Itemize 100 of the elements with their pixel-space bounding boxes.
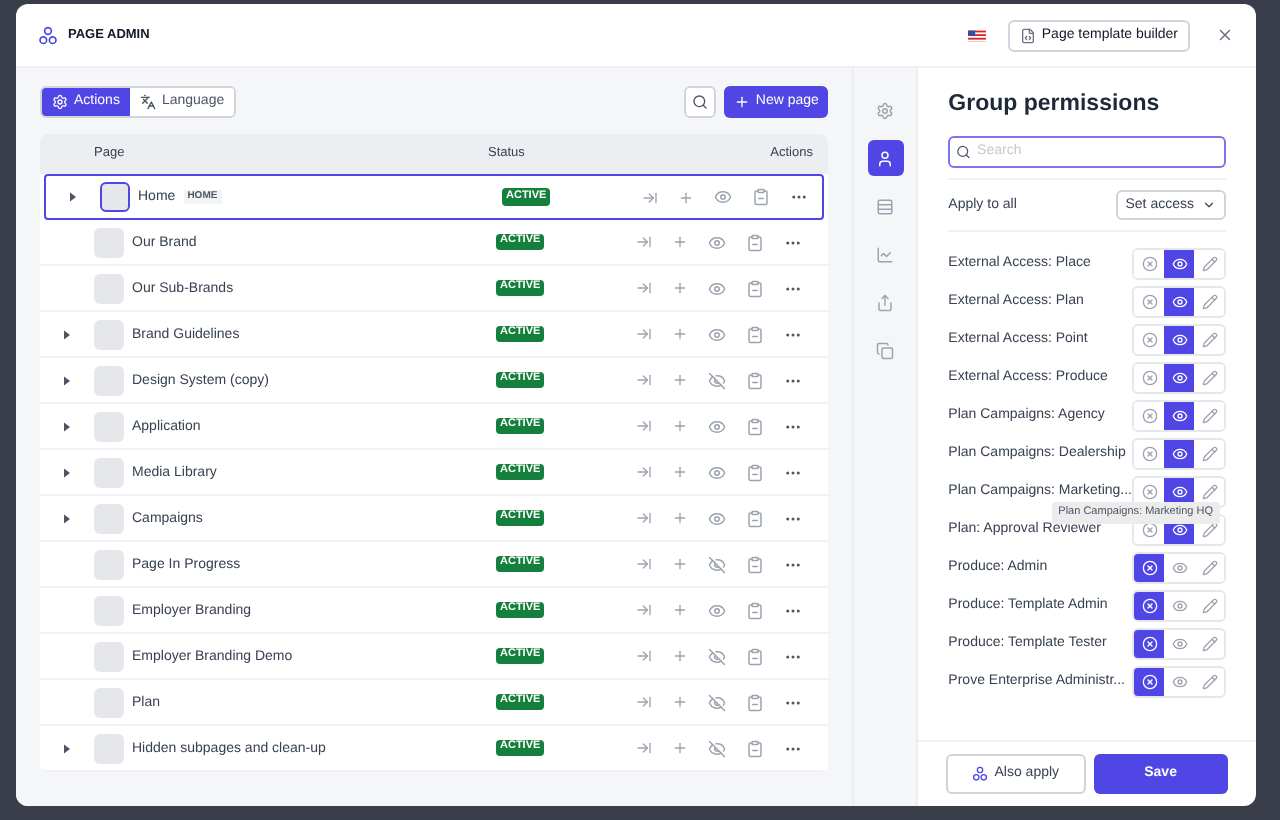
clipboard-icon[interactable] [746,693,764,711]
expand-icon[interactable] [64,743,70,753]
access-option[interactable] [1134,667,1164,696]
share-icon [876,293,895,311]
pencil-icon [1201,445,1217,462]
eye-off-icon[interactable] [708,371,726,389]
pencil-icon [1201,635,1217,652]
eye-icon [1171,559,1187,576]
pencil-icon [1201,483,1217,500]
access-option[interactable] [1134,553,1164,582]
plus-icon[interactable] [672,372,688,388]
move-icon[interactable] [642,189,658,205]
move-icon[interactable] [636,740,652,756]
access-option[interactable] [1164,477,1194,506]
plus-icon[interactable] [672,648,688,664]
plus-icon[interactable] [672,464,688,480]
eye-off-icon[interactable] [708,555,726,573]
access-option[interactable] [1164,401,1194,430]
move-icon[interactable] [636,326,652,342]
eye-off-icon[interactable] [708,647,726,665]
user-icon [876,149,895,167]
clipboard-icon[interactable] [746,233,764,251]
eye-icon [1171,521,1187,538]
eye-off-icon[interactable] [708,739,726,757]
circle-x-icon [1141,597,1157,614]
pencil-icon [1201,369,1217,386]
access-option[interactable] [1134,629,1164,658]
access-option[interactable] [1164,287,1194,316]
move-icon[interactable] [636,556,652,572]
pencil-icon [1201,597,1217,614]
access-option[interactable] [1164,249,1194,278]
eye-icon[interactable] [708,509,726,527]
eye-icon [1171,369,1187,386]
caret-icon [1202,198,1216,213]
plus-icon[interactable] [678,189,694,205]
move-icon[interactable] [636,464,652,480]
plus-icon [733,93,750,109]
page-thumbnail [94,411,124,441]
pencil-icon [1201,521,1217,538]
circle-x-icon [1141,331,1157,348]
plus-icon[interactable] [672,234,688,250]
eye-icon[interactable] [708,463,726,481]
eye-icon [1171,255,1187,272]
clipboard-icon[interactable] [746,555,764,573]
eye-icon[interactable] [708,417,726,435]
plus-icon[interactable] [672,556,688,572]
page-thumbnail [94,549,124,579]
clipboard-icon[interactable] [746,325,764,343]
eye-icon[interactable] [708,233,726,251]
clipboard-icon[interactable] [746,647,764,665]
plus-icon[interactable] [672,510,688,526]
close-icon[interactable] [1216,26,1234,44]
page-thumbnail [94,319,124,349]
clipboard-icon[interactable] [746,417,764,435]
plus-icon[interactable] [672,418,688,434]
plus-icon[interactable] [672,280,688,296]
expand-icon[interactable] [64,329,70,339]
eye-icon [1171,407,1187,424]
expand-icon[interactable] [64,513,70,523]
clipboard-icon[interactable] [746,739,764,757]
eye-icon[interactable] [708,279,726,297]
search-button[interactable] [683,85,716,117]
move-icon[interactable] [636,280,652,296]
clipboard-icon[interactable] [746,509,764,527]
user-tab[interactable] [867,140,904,176]
plus-icon[interactable] [672,740,688,756]
circle-x-icon [1141,255,1157,272]
circle-x-icon [1141,635,1157,652]
eye-icon[interactable] [708,601,726,619]
eye-off-icon[interactable] [708,693,726,711]
clipboard-icon[interactable] [746,371,764,389]
eye-icon [1171,483,1187,500]
eye-icon[interactable] [708,325,726,343]
expand-icon[interactable] [64,467,70,477]
eye-icon [1171,597,1187,614]
move-icon[interactable] [636,372,652,388]
pencil-icon [1201,331,1217,348]
file-icon [1019,27,1036,43]
clipboard-icon[interactable] [752,188,770,206]
move-icon[interactable] [636,234,652,250]
access-option[interactable] [1164,325,1194,354]
plus-icon[interactable] [672,602,688,618]
expand-icon[interactable] [70,192,76,202]
circle-x-icon [1141,445,1157,462]
move-icon[interactable] [636,602,652,618]
plus-icon[interactable] [672,694,688,710]
access-option[interactable] [1164,439,1194,468]
move-icon[interactable] [636,694,652,710]
move-icon[interactable] [636,418,652,434]
expand-icon[interactable] [64,421,70,431]
eye-icon[interactable] [714,188,732,206]
clipboard-icon[interactable] [746,279,764,297]
move-icon[interactable] [636,510,652,526]
plus-icon[interactable] [672,326,688,342]
expand-icon[interactable] [64,375,70,385]
clipboard-icon[interactable] [746,601,764,619]
clipboard-icon[interactable] [746,463,764,481]
access-option[interactable] [1134,591,1164,620]
move-icon[interactable] [636,648,652,664]
access-option[interactable] [1164,363,1194,392]
